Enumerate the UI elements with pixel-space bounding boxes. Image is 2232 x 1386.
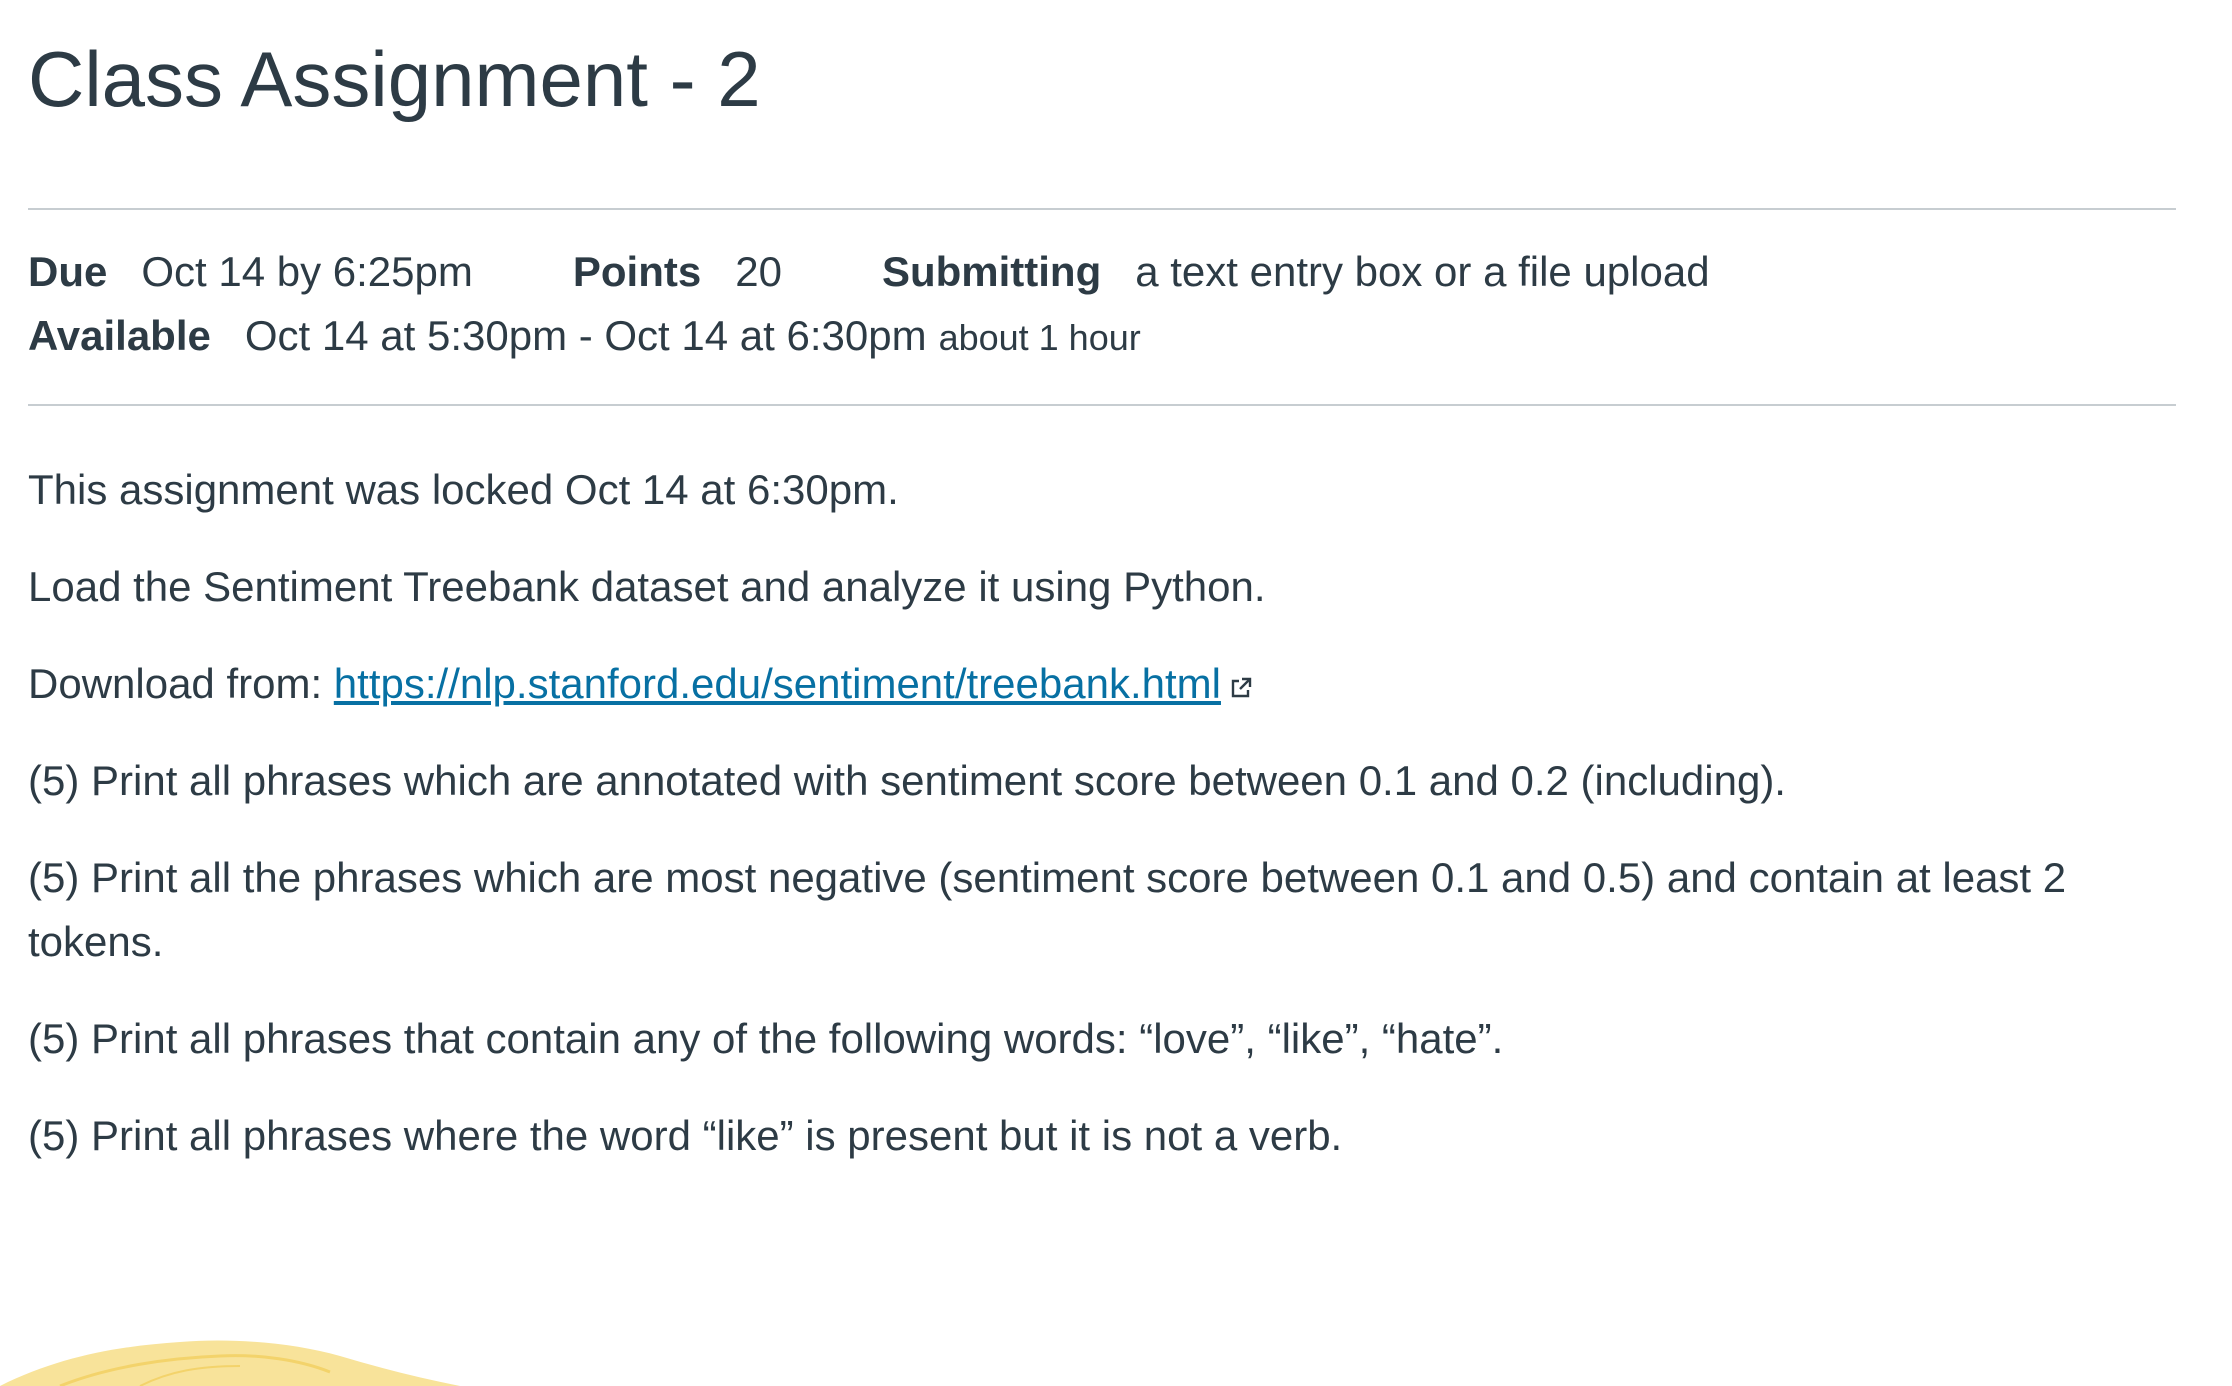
submitting-value: a text entry box or a file upload bbox=[1135, 248, 1710, 295]
treebank-download-link[interactable]: https://nlp.stanford.edu/sentiment/treeb… bbox=[334, 660, 1221, 707]
available-value: Oct 14 at 5:30pm - Oct 14 at 6:30pm bbox=[244, 312, 927, 359]
available-label: Available bbox=[28, 312, 211, 359]
points-value: 20 bbox=[735, 248, 782, 295]
footer-decoration bbox=[0, 1316, 560, 1386]
assignment-description: This assignment was locked Oct 14 at 6:3… bbox=[28, 458, 2176, 1201]
due-value: Oct 14 by 6:25pm bbox=[141, 248, 473, 295]
details-divider bbox=[28, 404, 2176, 406]
task-item: (5) Print all phrases which are annotate… bbox=[28, 757, 1786, 804]
instruction-text: Load the Sentiment Treebank dataset and … bbox=[28, 563, 1266, 610]
available-duration: about 1 hour bbox=[938, 317, 1141, 358]
download-line: Download from: https://nlp.stanford.edu/… bbox=[28, 652, 2176, 716]
locked-notice: This assignment was locked Oct 14 at 6:3… bbox=[28, 466, 899, 513]
submitting-label: Submitting bbox=[881, 248, 1102, 295]
task-item: (5) Print all phrases that contain any o… bbox=[28, 1015, 1504, 1062]
assignment-details-row-1: Due Oct 14 by 6:25pm Points 20 Submittin… bbox=[28, 248, 1710, 296]
points-label: Points bbox=[572, 248, 702, 295]
task-item: (5) Print all the phrases which are most… bbox=[28, 854, 2067, 965]
assignment-page: Class Assignment - 2 Due Oct 14 by 6:25p… bbox=[0, 0, 2232, 1386]
download-prefix: Download from: bbox=[28, 660, 334, 707]
assignment-details-row-2: Available Oct 14 at 5:30pm - Oct 14 at 6… bbox=[28, 312, 1141, 360]
task-item: (5) Print all phrases where the word “li… bbox=[28, 1112, 1343, 1159]
page-title: Class Assignment - 2 bbox=[28, 35, 761, 123]
due-label: Due bbox=[28, 248, 108, 295]
external-link-icon[interactable] bbox=[1229, 654, 1253, 698]
header-divider bbox=[28, 208, 2176, 210]
